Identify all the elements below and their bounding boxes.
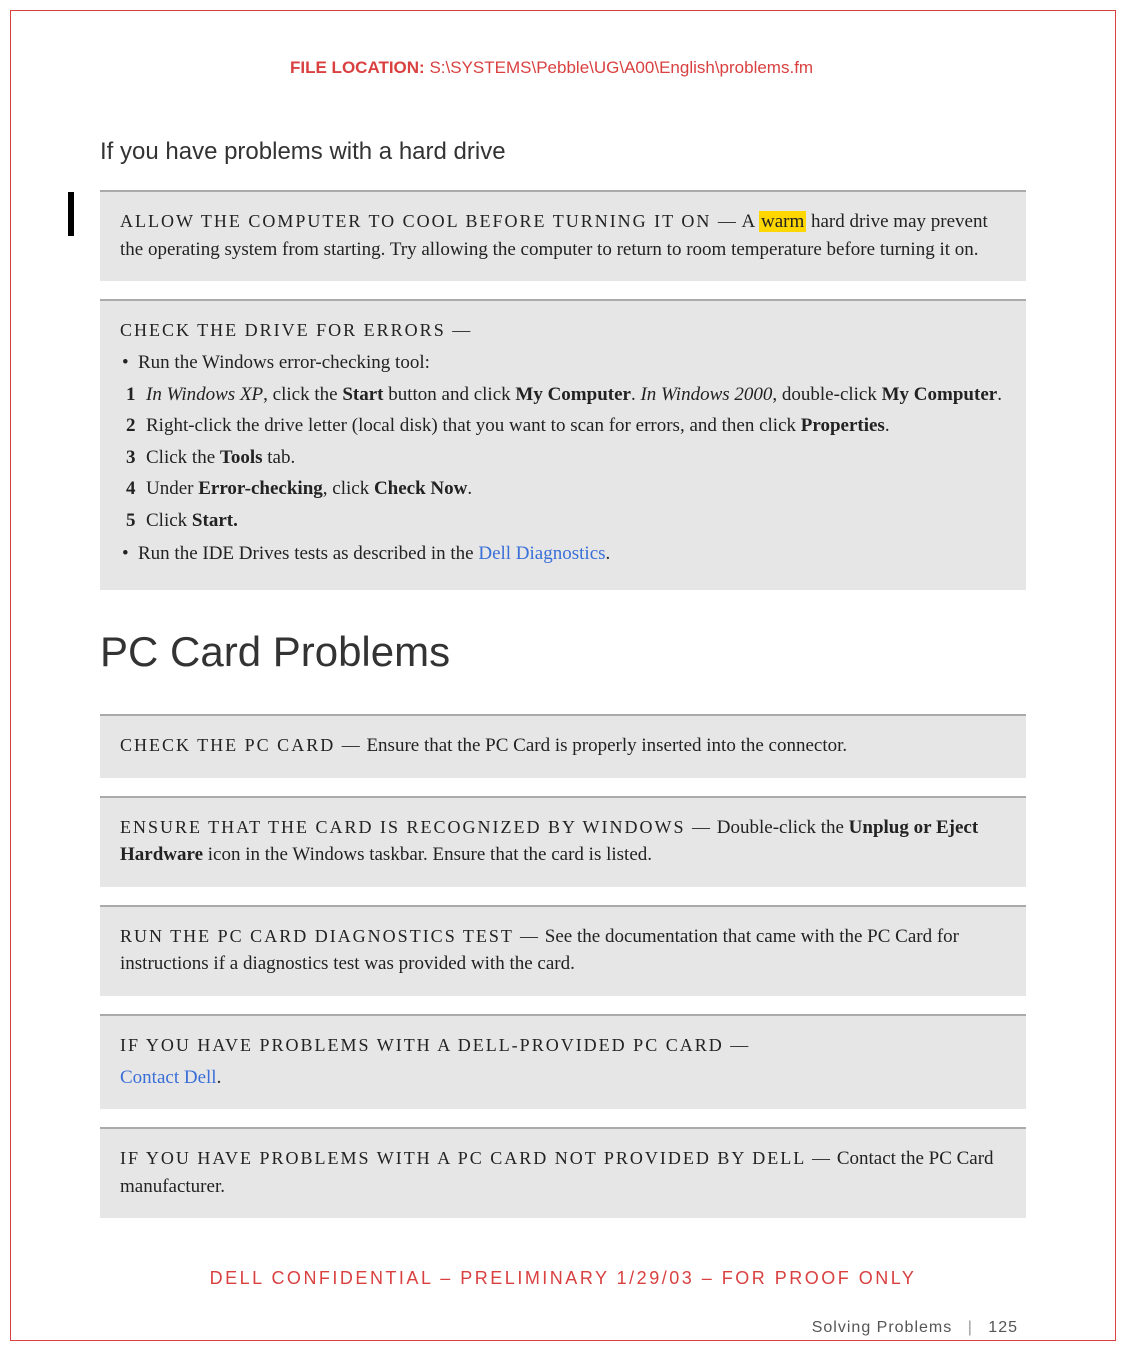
bullet-item: Run the Windows error-checking tool: [120,349,1006,377]
step-1: In Windows XP, click the Start button an… [120,381,1006,409]
step-4: Under Error-checking, click Check Now. [120,475,1006,503]
step-5: Click Start. [120,507,1006,535]
revision-bar-icon [68,192,74,236]
step-2: Right-click the drive letter (local disk… [120,412,1006,440]
step-3: Click the Tools tab. [120,444,1006,472]
bullet-item: Run the IDE Drives tests as described in… [120,540,1006,568]
page-border [10,10,1116,1341]
dell-diagnostics-link[interactable]: Dell Diagnostics [478,543,605,564]
